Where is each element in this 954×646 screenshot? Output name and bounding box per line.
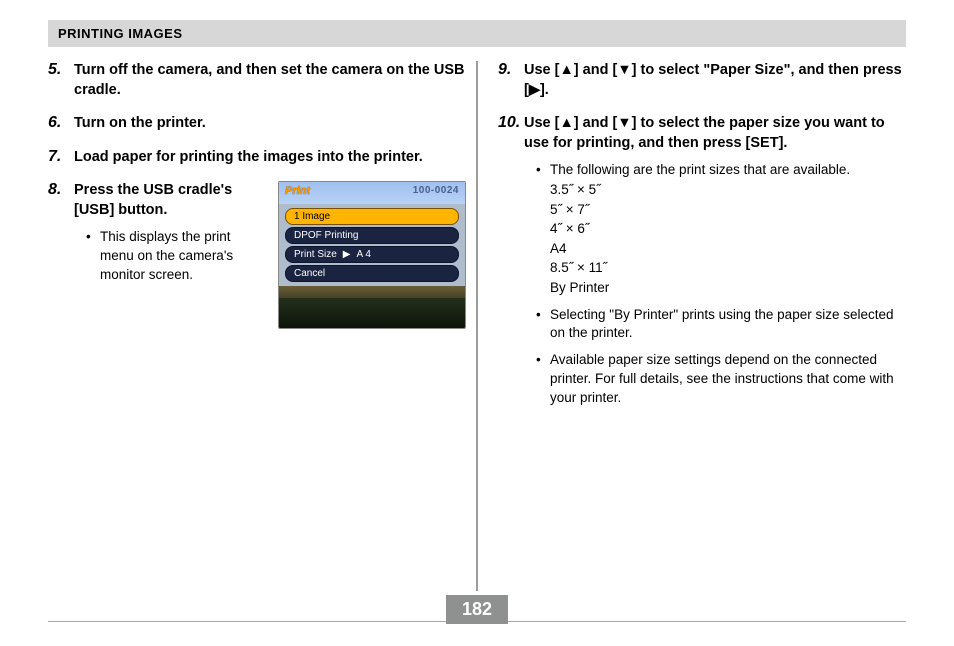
step-title: Turn off the camera, and then set the ca… xyxy=(74,61,466,100)
bullet-intro: The following are the print sizes that a… xyxy=(550,162,850,177)
print-sizes-list: 3.5˝ × 5˝ 5˝ × 7˝ 4˝ × 6˝ A4 8.5˝ × 11˝ … xyxy=(550,180,906,297)
lcd-menu-item: DPOF Printing xyxy=(285,227,459,244)
step-6: 6. Turn on the printer. xyxy=(48,114,466,134)
triangle-right-icon: ▶ xyxy=(343,249,351,260)
right-column: 9. Use [▲] and [▼] to select "Paper Size… xyxy=(478,61,906,591)
step-bullet: Available paper size settings depend on … xyxy=(536,351,906,408)
two-column-layout: 5. Turn off the camera, and then set the… xyxy=(48,61,906,591)
lcd-row-value: A 4 xyxy=(356,249,370,260)
print-size: A4 xyxy=(550,239,906,259)
lcd-file-number: 100-0024 xyxy=(413,185,459,196)
step-title: Use [▲] and [▼] to select "Paper Size", … xyxy=(524,61,906,100)
page-number: 182 xyxy=(446,595,508,624)
step-title: Press the USB cradle's [USB] button. xyxy=(74,181,262,220)
lcd-menu-item-print-size: Print Size ▶ A 4 xyxy=(285,246,459,263)
camera-lcd-screenshot: Print 100-0024 1 Image DPOF Printing Pri… xyxy=(278,181,466,329)
print-size: 4˝ × 6˝ xyxy=(550,219,906,239)
print-size: 8.5˝ × 11˝ xyxy=(550,258,906,278)
page-footer: 182 xyxy=(48,621,906,622)
lcd-title: Print xyxy=(285,185,310,197)
step-number: 5. xyxy=(48,61,74,100)
step-5: 5. Turn off the camera, and then set the… xyxy=(48,61,466,100)
lcd-menu-item: Cancel xyxy=(285,265,459,282)
step-number: 9. xyxy=(498,61,524,100)
step-bullet: This displays the print menu on the came… xyxy=(86,228,262,285)
page: PRINTING IMAGES 5. Turn off the camera, … xyxy=(0,0,954,646)
print-size: 5˝ × 7˝ xyxy=(550,200,906,220)
print-size: 3.5˝ × 5˝ xyxy=(550,180,906,200)
step-7: 7. Load paper for printing the images in… xyxy=(48,148,466,168)
lcd-menu: 1 Image DPOF Printing Print Size ▶ A 4 C… xyxy=(279,204,465,286)
step-number: 7. xyxy=(48,148,74,168)
step-number: 10. xyxy=(498,114,524,416)
step-10: 10. Use [▲] and [▼] to select the paper … xyxy=(498,114,906,416)
lcd-menu-item-selected: 1 Image xyxy=(285,208,459,225)
step-8: 8. Press the USB cradle's [USB] button. … xyxy=(48,181,466,329)
step-title: Use [▲] and [▼] to select the paper size… xyxy=(524,114,906,153)
lcd-row-label: Print Size xyxy=(294,249,337,260)
lcd-background-image xyxy=(279,286,465,328)
step-title: Turn on the printer. xyxy=(74,114,466,134)
step-9: 9. Use [▲] and [▼] to select "Paper Size… xyxy=(498,61,906,100)
step-number: 8. xyxy=(48,181,74,329)
section-header: PRINTING IMAGES xyxy=(48,20,906,47)
step-number: 6. xyxy=(48,114,74,134)
print-size: By Printer xyxy=(550,278,906,298)
step-bullet: The following are the print sizes that a… xyxy=(536,161,906,297)
step-title: Load paper for printing the images into … xyxy=(74,148,466,168)
step-bullet: Selecting "By Printer" prints using the … xyxy=(536,306,906,344)
left-column: 5. Turn off the camera, and then set the… xyxy=(48,61,476,591)
